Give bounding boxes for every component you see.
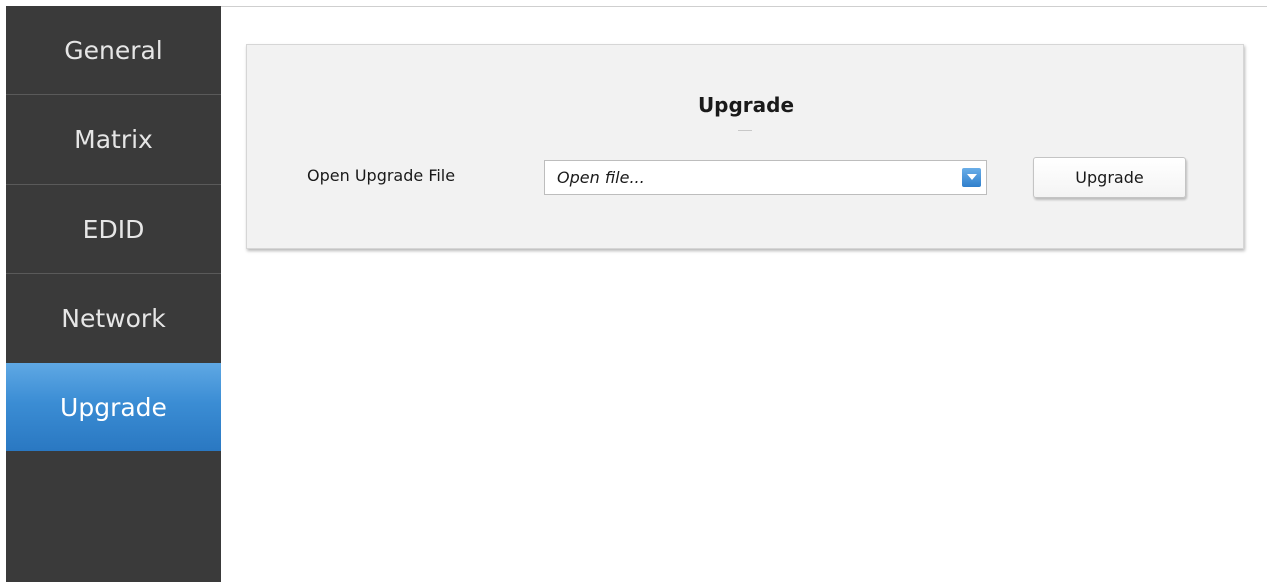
file-select-value: Open file...	[557, 168, 645, 187]
sidebar-item-label: General	[64, 35, 163, 65]
sidebar-item-label: Matrix	[74, 125, 153, 154]
upgrade-button[interactable]: Upgrade	[1033, 157, 1186, 198]
sidebar-item-general[interactable]: General	[6, 6, 221, 95]
sidebar: General Matrix EDID Network Upgrade	[6, 6, 221, 582]
chevron-down-glyph	[966, 174, 977, 180]
app-window: General Matrix EDID Network Upgrade Upgr…	[0, 0, 1267, 582]
top-divider	[221, 6, 1267, 7]
chevron-down-icon[interactable]	[962, 168, 981, 187]
open-file-select[interactable]: Open file...	[544, 160, 987, 195]
sidebar-item-label: EDID	[82, 214, 145, 244]
sidebar-item-edid[interactable]: EDID	[6, 185, 221, 274]
sidebar-item-matrix[interactable]: Matrix	[6, 95, 221, 185]
panel-title: Upgrade	[697, 93, 795, 117]
sidebar-item-label: Upgrade	[60, 392, 167, 422]
sidebar-item-upgrade[interactable]: Upgrade	[6, 363, 221, 451]
sidebar-item-network[interactable]: Network	[6, 274, 221, 363]
open-upgrade-file-label: Open Upgrade File	[307, 166, 456, 185]
upgrade-panel: Upgrade Open Upgrade File Open file... U…	[246, 44, 1244, 249]
title-underline	[738, 130, 752, 131]
sidebar-item-label: Network	[61, 304, 166, 333]
